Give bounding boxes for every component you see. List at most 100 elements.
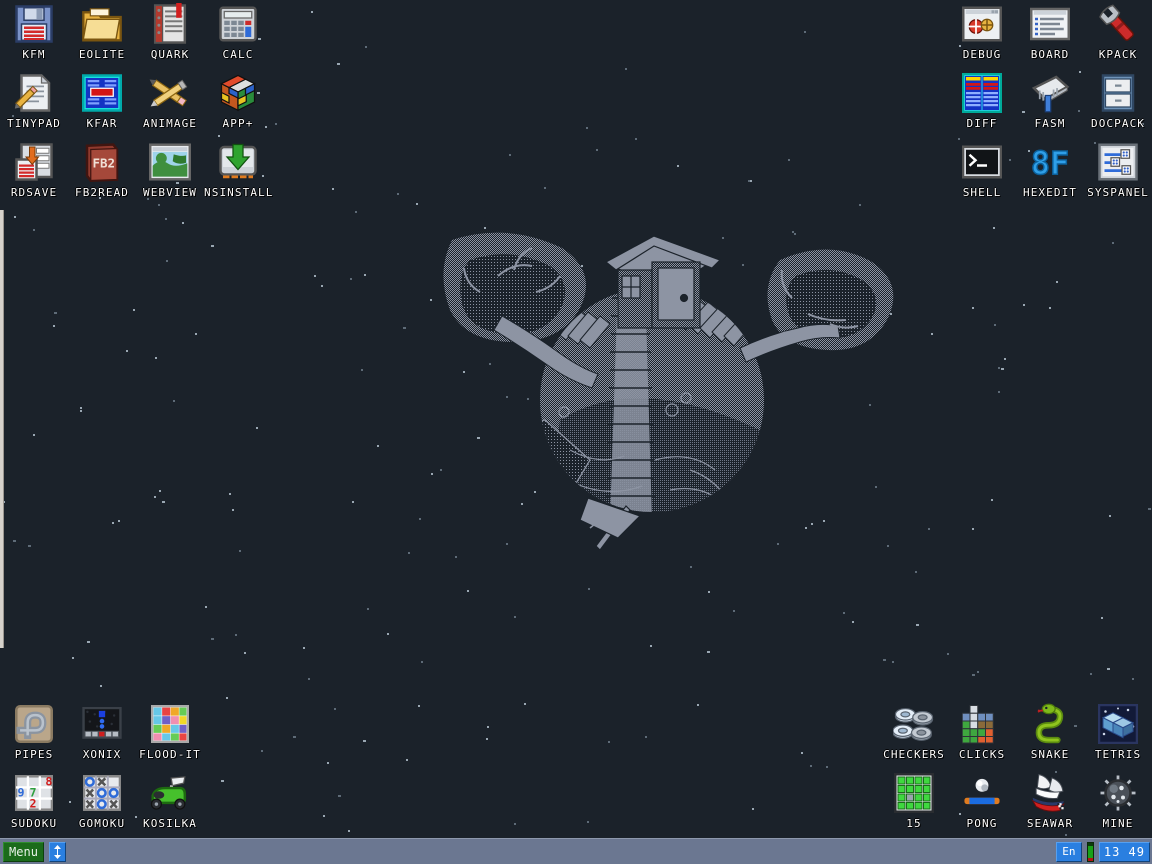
star	[1049, 307, 1051, 309]
pong-paddle-ball-icon	[948, 769, 1016, 817]
calculator-icon	[204, 0, 272, 48]
desktop-icon-gomoku[interactable]: GOMOKU	[68, 769, 136, 838]
star	[928, 528, 930, 530]
ramdisk-save-icon	[0, 138, 68, 186]
star	[226, 697, 228, 699]
desktop-icon-label: SNAKE	[1030, 748, 1070, 761]
svg-text:FB2: FB2	[92, 156, 115, 171]
star	[162, 501, 165, 503]
desktop-icon-calc[interactable]: CALC	[204, 0, 272, 69]
desktop-icon-rdsave[interactable]: RDSAVE	[0, 138, 68, 207]
star	[1148, 508, 1151, 510]
desktop-icon-label: ANIMAGE	[142, 117, 198, 130]
minimize-all-button[interactable]	[49, 841, 66, 862]
star	[467, 590, 469, 592]
desktop-icon-eolite[interactable]: EOLITE	[68, 0, 136, 69]
desktop-icon-label: NSINSTALL	[204, 186, 274, 199]
svg-text:2: 2	[29, 797, 36, 811]
desktop-icon-tinypad[interactable]: TINYPAD	[0, 69, 68, 138]
desktop-icon-debug[interactable]: DEBUG	[948, 0, 1016, 69]
taskbar[interactable]: Menu En 13 49	[0, 838, 1152, 864]
desktop-icon-label: SHELL	[962, 186, 1002, 199]
desktop-icon-sudoku[interactable]: 8 9 7 2 SUDOKU	[0, 769, 68, 838]
desktop-icon-pipes[interactable]: PIPES	[0, 700, 68, 769]
desktop-icon-xonix[interactable]: XONIX	[68, 700, 136, 769]
menu-button[interactable]: Menu	[3, 841, 44, 862]
desktop-icon-board[interactable]: BOARD	[1016, 0, 1084, 69]
star	[338, 795, 341, 797]
desktop[interactable]: KFM EOLITE QUARK CALC TINYPAD KFAR ANIMA…	[0, 0, 1152, 864]
desktop-icon-checkers[interactable]: CHECKERS	[880, 700, 948, 769]
star	[239, 550, 241, 552]
desktop-icon-label: DEBUG	[962, 48, 1002, 61]
desktop-icon-label: KFAR	[86, 117, 118, 130]
star	[13, 540, 16, 542]
star	[677, 165, 679, 167]
star	[205, 606, 207, 608]
star	[87, 641, 90, 643]
desktop-icon-syspanel[interactable]: SYSPANEL	[1084, 138, 1152, 207]
svg-text:8F: 8F	[1031, 146, 1069, 181]
star	[337, 63, 340, 65]
desktop-icon-label: TETRIS	[1094, 748, 1142, 761]
desktop-icon-webview[interactable]: WEBVIEW	[136, 138, 204, 207]
desktop-icon-kosilka[interactable]: KOSILKA	[136, 769, 204, 838]
desktop-icon-label: WEBVIEW	[142, 186, 198, 199]
star	[586, 127, 588, 129]
sudoku-grid-icon: 8 9 7 2	[0, 769, 68, 817]
star	[377, 445, 379, 447]
desktop-icon-kfm[interactable]: KFM	[0, 0, 68, 69]
star	[14, 216, 16, 218]
cpu-load-meter[interactable]	[1086, 841, 1094, 862]
desktop-icon-label: SYSPANEL	[1087, 186, 1149, 199]
star	[311, 11, 313, 13]
star	[72, 657, 74, 659]
desktop-icon-animage[interactable]: ANIMAGE	[136, 69, 204, 138]
desktop-icon-shell[interactable]: SHELL	[948, 138, 1016, 207]
star	[1023, 304, 1025, 306]
star	[118, 520, 120, 522]
desktop-icon-app-[interactable]: APP+	[204, 69, 272, 138]
desktop-icon-seawar[interactable]: SEAWAR	[1016, 769, 1084, 838]
desktop-icon-nsinstall[interactable]: NSINSTALL	[204, 138, 272, 207]
desktop-icon-snake[interactable]: SNAKE	[1016, 700, 1084, 769]
star	[332, 188, 334, 190]
sailing-ship-icon	[1016, 769, 1084, 817]
desktop-icon-label: KPACK	[1098, 48, 1138, 61]
desktop-icon-docpack[interactable]: DOCPACK	[1084, 69, 1152, 138]
desktop-icon-flood-it[interactable]: FLOOD-IT	[136, 700, 204, 769]
star	[348, 830, 350, 832]
star	[133, 309, 135, 311]
desktop-icon-quark[interactable]: QUARK	[136, 0, 204, 69]
desktop-icon-tetris[interactable]: TETRIS	[1084, 700, 1152, 769]
desktop-icon-label: PONG	[966, 817, 998, 830]
desktop-icon-label: XONIX	[82, 748, 122, 761]
star	[33, 434, 35, 436]
desktop-icon-clicks[interactable]: CLICKS	[948, 700, 1016, 769]
green-snake-icon	[1016, 700, 1084, 748]
star	[650, 645, 652, 647]
star	[750, 180, 752, 182]
board-text-window-icon	[1016, 0, 1084, 48]
desktop-icon-fb2read[interactable]: FB2 FB2READ	[68, 138, 136, 207]
star	[915, 571, 917, 573]
desktop-icon-diff[interactable]: DIFF	[948, 69, 1016, 138]
desktop-icon-pong[interactable]: PONG	[948, 769, 1016, 838]
taskbar-clock[interactable]: 13 49	[1098, 841, 1150, 862]
language-indicator[interactable]: En	[1055, 841, 1082, 862]
star	[235, 634, 237, 636]
language-label: En	[1062, 845, 1076, 858]
star	[419, 518, 421, 520]
desktop-icon-kfar[interactable]: KFAR	[68, 69, 136, 138]
desktop-icon-fasm[interactable]: FASM	[1016, 69, 1084, 138]
star	[509, 154, 511, 156]
desktop-icon-hexedit[interactable]: 8F HEXEDIT	[1016, 138, 1084, 207]
desktop-icon-kpack[interactable]: KPACK	[1084, 0, 1152, 69]
star	[229, 493, 231, 495]
desktop-icon-15[interactable]: 15	[880, 769, 948, 838]
blue-filemanager-icon	[68, 69, 136, 117]
desktop-icon-label: FB2READ	[74, 186, 130, 199]
desktop-icon-mine[interactable]: MINE	[1084, 769, 1152, 838]
checkers-pieces-icon	[880, 700, 948, 748]
star	[80, 407, 82, 409]
